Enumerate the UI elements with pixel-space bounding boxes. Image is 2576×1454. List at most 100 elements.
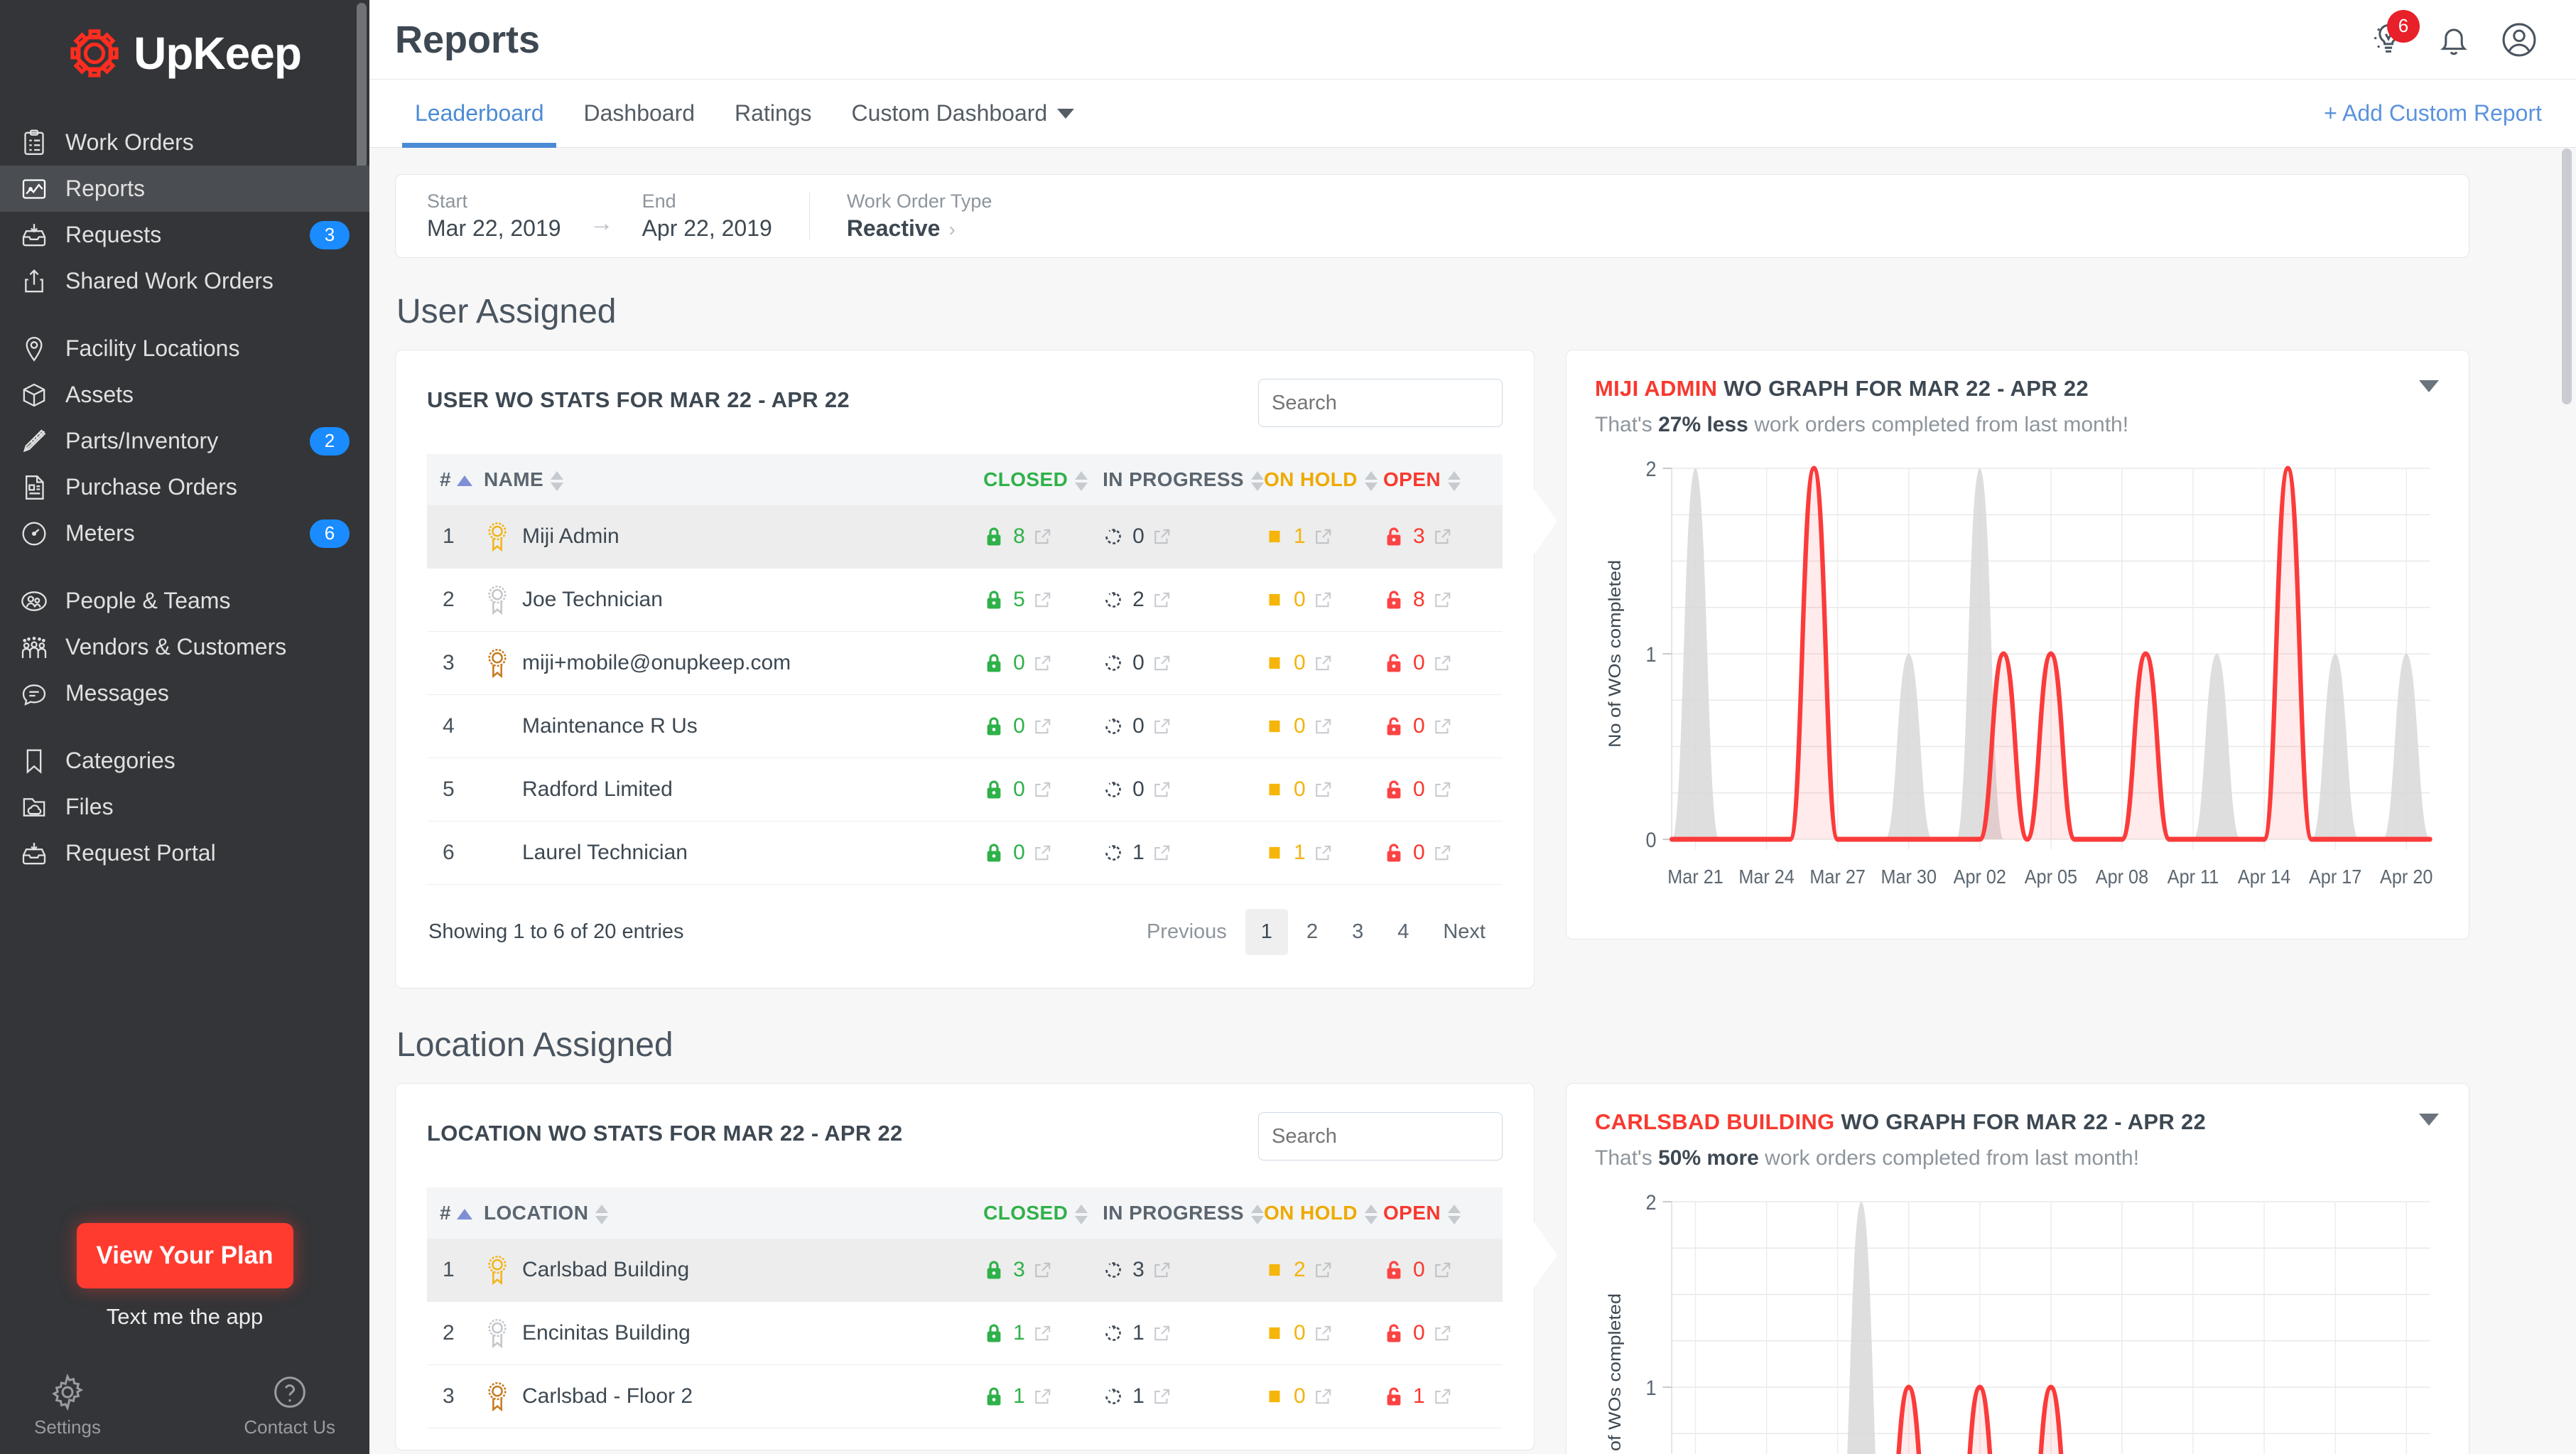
open-external-icon[interactable] (1314, 1324, 1333, 1342)
view-your-plan-button[interactable]: View Your Plan (77, 1223, 293, 1288)
collapse-chart-button[interactable] (2419, 1114, 2439, 1126)
open-external-icon[interactable] (1434, 527, 1452, 546)
tab-dashboard[interactable]: Dashboard (563, 80, 715, 148)
open-external-icon[interactable] (1153, 1261, 1171, 1279)
col-rank[interactable]: # (427, 454, 484, 505)
sidebar-item-people-teams[interactable]: People & Teams (0, 578, 369, 624)
pagination-page-1[interactable]: 1 (1245, 909, 1288, 955)
collapse-chart-button[interactable] (2419, 380, 2439, 392)
open-external-icon[interactable] (1034, 844, 1052, 862)
open-external-icon[interactable] (1314, 591, 1333, 609)
open-external-icon[interactable] (1153, 844, 1171, 862)
pagination-page-3[interactable]: 3 (1336, 909, 1379, 955)
open-external-icon[interactable] (1434, 1387, 1452, 1406)
table-row[interactable]: 4Maintenance R Us0000 (427, 695, 1503, 758)
sidebar-item-assets[interactable]: Assets (0, 372, 369, 418)
sidebar-item-work-orders[interactable]: Work Orders (0, 119, 369, 166)
open-external-icon[interactable] (1034, 1261, 1052, 1279)
sidebar-item-categories[interactable]: Categories (0, 738, 369, 784)
col-on-hold[interactable]: ON HOLD (1264, 454, 1383, 505)
text-me-the-app-link[interactable]: Text me the app (0, 1304, 369, 1330)
open-external-icon[interactable] (1314, 1387, 1333, 1406)
open-external-icon[interactable] (1153, 591, 1171, 609)
open-external-icon[interactable] (1153, 717, 1171, 736)
pagination-previous[interactable]: Previous (1131, 909, 1243, 955)
col-on-hold[interactable]: ON HOLD (1264, 1188, 1383, 1239)
work-order-type-filter[interactable]: Work Order Type Reactive› (847, 190, 992, 242)
tab-leaderboard[interactable]: Leaderboard (395, 80, 563, 148)
sidebar-item-facility-locations[interactable]: Facility Locations (0, 325, 369, 372)
contact-us-button[interactable]: Contact Us (244, 1374, 335, 1438)
sidebar-item-files[interactable]: Files (0, 784, 369, 830)
table-row[interactable]: 2Encinitas Building1100 (427, 1302, 1503, 1365)
location-table-expand-chevron-icon[interactable] (1526, 1211, 1557, 1299)
open-external-icon[interactable] (1034, 1387, 1052, 1406)
open-external-icon[interactable] (1153, 1387, 1171, 1406)
pagination-page-2[interactable]: 2 (1291, 909, 1333, 955)
open-external-icon[interactable] (1314, 654, 1333, 672)
open-external-icon[interactable] (1314, 527, 1333, 546)
start-date-filter[interactable]: Start Mar 22, 2019 (427, 190, 561, 242)
sidebar-item-vendors-customers[interactable]: Vendors & Customers (0, 624, 369, 670)
lightbulb-icon[interactable]: 6 (2369, 20, 2408, 60)
col-rank[interactable]: # (427, 1188, 484, 1239)
brand-logo[interactable]: UpKeep (0, 0, 369, 107)
table-row[interactable]: 3Carlsbad - Floor 21101 (427, 1365, 1503, 1428)
content-scrollbar[interactable] (2562, 149, 2572, 404)
open-external-icon[interactable] (1034, 527, 1052, 546)
col-open[interactable]: OPEN (1383, 454, 1503, 505)
col-in-progress[interactable]: IN PROGRESS (1103, 454, 1264, 505)
open-external-icon[interactable] (1434, 780, 1452, 799)
open-external-icon[interactable] (1314, 717, 1333, 736)
col-closed[interactable]: CLOSED (983, 454, 1103, 505)
sidebar-item-shared-work-orders[interactable]: Shared Work Orders (0, 258, 369, 304)
user-table-expand-chevron-icon[interactable] (1526, 478, 1557, 566)
table-row[interactable]: 1Miji Admin8013 (427, 505, 1503, 569)
col-in-progress[interactable]: IN PROGRESS (1103, 1188, 1264, 1239)
sidebar-item-request-portal[interactable]: Request Portal (0, 830, 369, 876)
sidebar-item-purchase-orders[interactable]: Purchase Orders (0, 464, 369, 510)
col-name[interactable]: NAME (484, 454, 983, 505)
open-external-icon[interactable] (1153, 780, 1171, 799)
pagination-page-4[interactable]: 4 (1382, 909, 1424, 955)
pagination-next[interactable]: Next (1427, 909, 1501, 955)
location-table-search-input[interactable] (1258, 1112, 1503, 1160)
open-external-icon[interactable] (1434, 1324, 1452, 1342)
open-external-icon[interactable] (1434, 1261, 1452, 1279)
open-external-icon[interactable] (1153, 527, 1171, 546)
open-external-icon[interactable] (1434, 844, 1452, 862)
open-external-icon[interactable] (1034, 780, 1052, 799)
open-external-icon[interactable] (1314, 1261, 1333, 1279)
open-external-icon[interactable] (1034, 591, 1052, 609)
open-external-icon[interactable] (1434, 591, 1452, 609)
col-closed[interactable]: CLOSED (983, 1188, 1103, 1239)
open-external-icon[interactable] (1314, 844, 1333, 862)
user-avatar-icon[interactable] (2499, 20, 2539, 60)
sidebar-item-meters[interactable]: Meters 6 (0, 510, 369, 556)
open-external-icon[interactable] (1153, 1324, 1171, 1342)
tab-custom-dashboard[interactable]: Custom Dashboard (832, 80, 1095, 148)
table-row[interactable]: 6Laurel Technician0110 (427, 822, 1503, 885)
end-date-filter[interactable]: End Apr 22, 2019 (642, 190, 772, 242)
col-location[interactable]: LOCATION (484, 1188, 983, 1239)
sidebar-item-requests[interactable]: Requests 3 (0, 212, 369, 258)
open-external-icon[interactable] (1314, 780, 1333, 799)
open-external-icon[interactable] (1034, 1324, 1052, 1342)
table-row[interactable]: 2Joe Technician5208 (427, 569, 1503, 632)
sidebar-item-messages[interactable]: Messages (0, 670, 369, 716)
bell-icon[interactable] (2434, 20, 2474, 60)
open-external-icon[interactable] (1034, 717, 1052, 736)
sidebar-item-parts-inventory[interactable]: Parts/Inventory 2 (0, 418, 369, 464)
open-external-icon[interactable] (1034, 654, 1052, 672)
open-external-icon[interactable] (1434, 717, 1452, 736)
table-row[interactable]: 3miji+mobile@onupkeep.com0000 (427, 632, 1503, 695)
col-open[interactable]: OPEN (1383, 1188, 1503, 1239)
table-row[interactable]: 1Carlsbad Building3320 (427, 1239, 1503, 1302)
open-external-icon[interactable] (1434, 654, 1452, 672)
table-row[interactable]: 5Radford Limited0000 (427, 758, 1503, 822)
settings-button[interactable]: Settings (34, 1374, 101, 1438)
sidebar-item-reports[interactable]: Reports (0, 166, 369, 212)
open-external-icon[interactable] (1153, 654, 1171, 672)
tab-ratings[interactable]: Ratings (715, 80, 832, 148)
add-custom-report-button[interactable]: + Add Custom Report (2324, 100, 2542, 126)
